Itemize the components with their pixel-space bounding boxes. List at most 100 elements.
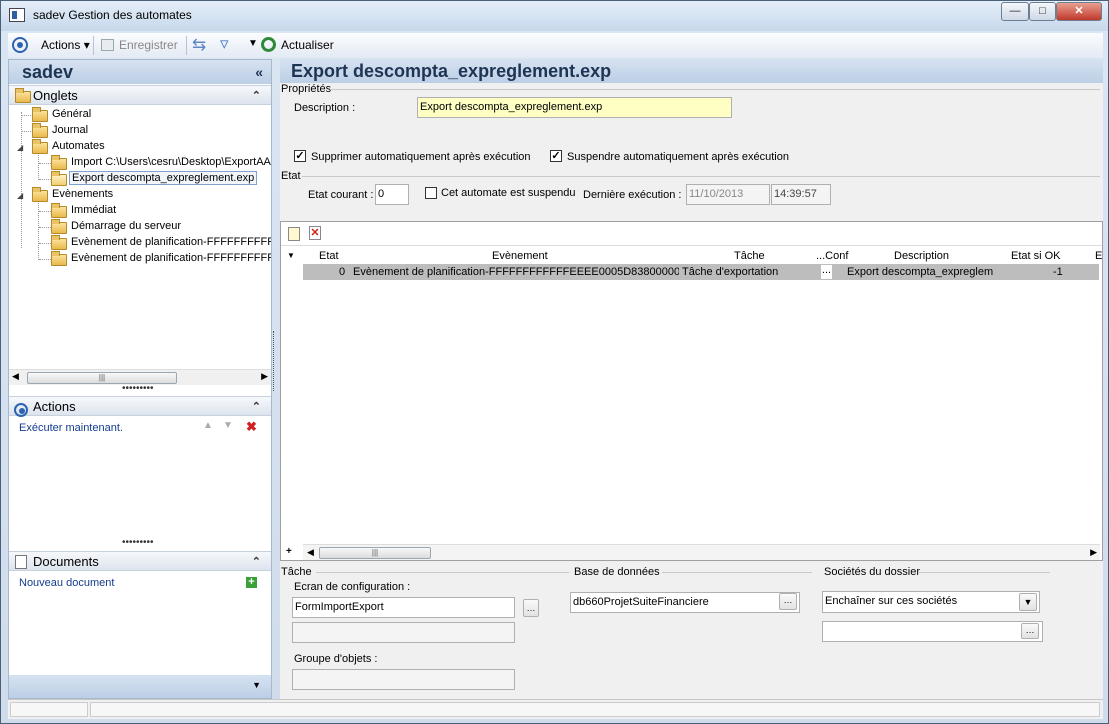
cell-etat-si-ok: -1	[1053, 266, 1063, 278]
expand-toggle-icon[interactable]: ◢	[17, 191, 23, 200]
browse-button[interactable]: …	[523, 599, 539, 617]
config-screen-label: Ecran de configuration :	[294, 581, 411, 593]
config-secondary-field	[292, 622, 515, 643]
expand-toggle-icon[interactable]: ◢	[17, 143, 23, 152]
column-header-evenement[interactable]: Evènement	[492, 250, 548, 262]
documents-section-header[interactable]: Documents ⌃	[9, 551, 271, 571]
column-header-tache[interactable]: Tâche	[734, 250, 765, 262]
actions-section-header[interactable]: Actions ⌃	[9, 396, 271, 417]
table-row[interactable]: 0 Evènement de planification-FFFFFFFFFFF…	[303, 264, 1099, 280]
move-up-icon[interactable]: ▲	[203, 420, 213, 431]
tree-item-evenements[interactable]: Evènements	[52, 188, 113, 200]
add-row-icon[interactable]: +	[286, 546, 292, 557]
description-field[interactable]: Export descompta_expreglement.exp	[417, 97, 732, 118]
tree-item-general[interactable]: Général	[52, 108, 91, 120]
close-button[interactable]: ✕	[1056, 2, 1102, 21]
splitter-grip[interactable]: •••••••••	[122, 538, 154, 548]
config-screen-field[interactable]: FormImportExport	[292, 597, 515, 618]
folder-icon	[32, 139, 48, 154]
database-browse-button[interactable]: …	[779, 593, 797, 610]
vertical-splitter[interactable]	[273, 331, 276, 391]
sync-icon[interactable]: ⇆	[192, 35, 206, 55]
last-exec-time-field: 14:39:57	[771, 184, 831, 205]
column-header-conf[interactable]: ...Conf	[816, 250, 848, 262]
chevron-down-icon[interactable]: ▼	[1019, 593, 1037, 611]
documents-title: Documents	[33, 554, 99, 569]
tree-item-planif-2[interactable]: Evènement de planification-FFFFFFFFFFFFF	[71, 252, 271, 264]
add-icon[interactable]: +	[246, 577, 257, 588]
new-document-link[interactable]: Nouveau document	[19, 577, 114, 589]
move-down-icon[interactable]: ▼	[223, 420, 233, 431]
main-panel: Export descompta_expreglement.exp Propri…	[280, 59, 1103, 699]
document-icon	[15, 555, 27, 569]
societes-browse-button[interactable]: …	[1021, 623, 1039, 639]
collapse-panel-icon[interactable]: «	[255, 60, 263, 84]
page-title: Export descompta_expreglement.exp	[280, 59, 1103, 83]
filter-dropdown-chevron-icon[interactable]: ▼	[248, 38, 258, 49]
cell-description: Export descompta_expreglem	[847, 266, 994, 278]
window-title: sadev Gestion des automates	[33, 8, 192, 22]
scroll-right-icon[interactable]: ▶	[1090, 547, 1097, 558]
scroll-left-icon[interactable]: ◀	[12, 371, 19, 382]
suspended-label: Cet automate est suspendu	[441, 187, 576, 199]
app-menu-icon[interactable]	[12, 37, 28, 53]
new-row-icon[interactable]	[288, 227, 300, 241]
auto-suspend-checkbox[interactable]: ✓	[550, 150, 562, 162]
current-state-label: Etat courant :	[308, 189, 374, 201]
actions-menu[interactable]: Actions ▾	[41, 38, 90, 52]
column-header-description[interactable]: Description	[894, 250, 949, 262]
tree-item-demarrage[interactable]: Démarrage du serveur	[71, 220, 181, 232]
societes-select[interactable]: Enchaîner sur ces sociétés	[822, 591, 1040, 613]
tree-item-automates[interactable]: Automates	[52, 140, 105, 152]
folder-icon	[51, 235, 67, 250]
cell-conf-button[interactable]: ...	[821, 265, 832, 279]
tree-item-import[interactable]: Import C:\Users\cesru\Desktop\ExportAAA	[71, 156, 271, 168]
cell-etat: 0	[339, 266, 346, 278]
column-header-etat[interactable]: Etat	[319, 250, 339, 262]
auto-delete-checkbox[interactable]: ✓	[294, 150, 306, 162]
filter-icon[interactable]: ▿	[220, 34, 229, 54]
last-exec-date-field: 11/10/2013	[686, 184, 770, 205]
tree-item-planif-1[interactable]: Evènement de planification-FFFFFFFFFFFFF	[71, 236, 271, 248]
delete-row-icon[interactable]: ✕	[309, 226, 321, 240]
run-now-link[interactable]: Exécuter maintenant.	[19, 422, 123, 434]
open-folder-icon	[51, 171, 67, 186]
collapse-chevron-icon[interactable]: ⌃	[252, 398, 261, 417]
minimize-button[interactable]: —	[1001, 2, 1029, 21]
delete-icon[interactable]: ✖	[246, 419, 257, 435]
left-panel-title: sadev «	[9, 60, 271, 84]
grid-hscrollbar[interactable]: + ◀ ||| ▶	[286, 544, 1100, 560]
tree-item-export-selected[interactable]: Export descompta_expreglement.exp	[69, 171, 258, 185]
folder-icon	[15, 88, 31, 103]
refresh-icon	[261, 37, 276, 52]
scroll-left-icon[interactable]: ◀	[307, 547, 314, 558]
splitter-grip[interactable]: •••••••••	[122, 384, 154, 394]
folder-icon	[32, 187, 48, 202]
tree-item-immediat[interactable]: Immédiat	[71, 204, 116, 216]
left-panel-footer: ▼	[9, 675, 271, 698]
current-state-field[interactable]: 0	[375, 184, 409, 205]
folder-icon	[51, 251, 67, 266]
cell-evenement: Evènement de planification-FFFFFFFFFFFFE…	[353, 266, 679, 278]
onglets-section-header[interactable]: Onglets ⌃	[9, 85, 271, 105]
database-field[interactable]: db660ProjetSuiteFinanciere	[570, 592, 800, 613]
folder-icon	[51, 155, 67, 170]
suspended-checkbox[interactable]	[425, 187, 437, 199]
refresh-button[interactable]: Actualiser	[261, 37, 334, 52]
scroll-thumb[interactable]: |||	[319, 547, 431, 559]
column-header-etat-si-ok[interactable]: Etat si OK	[1011, 250, 1061, 262]
maximize-button[interactable]: □	[1029, 2, 1056, 21]
save-button[interactable]: Enregistrer	[101, 38, 178, 52]
scroll-right-icon[interactable]: ▶	[261, 371, 268, 382]
column-header-extra[interactable]: E	[1095, 250, 1102, 262]
scroll-thumb[interactable]: |||	[27, 372, 177, 384]
tree-item-journal[interactable]: Journal	[52, 124, 88, 136]
last-exec-label: Dernière exécution :	[583, 189, 682, 201]
row-menu-icon[interactable]: ▼	[287, 251, 295, 260]
societes-list-field[interactable]	[822, 621, 1043, 642]
tache-group-label: Tâche	[281, 566, 312, 578]
collapse-chevron-icon[interactable]: ⌃	[252, 87, 261, 106]
proprietes-group-label: Propriétés	[281, 83, 332, 95]
chevron-down-icon[interactable]: ▼	[252, 680, 261, 690]
collapse-chevron-icon[interactable]: ⌃	[252, 553, 261, 572]
